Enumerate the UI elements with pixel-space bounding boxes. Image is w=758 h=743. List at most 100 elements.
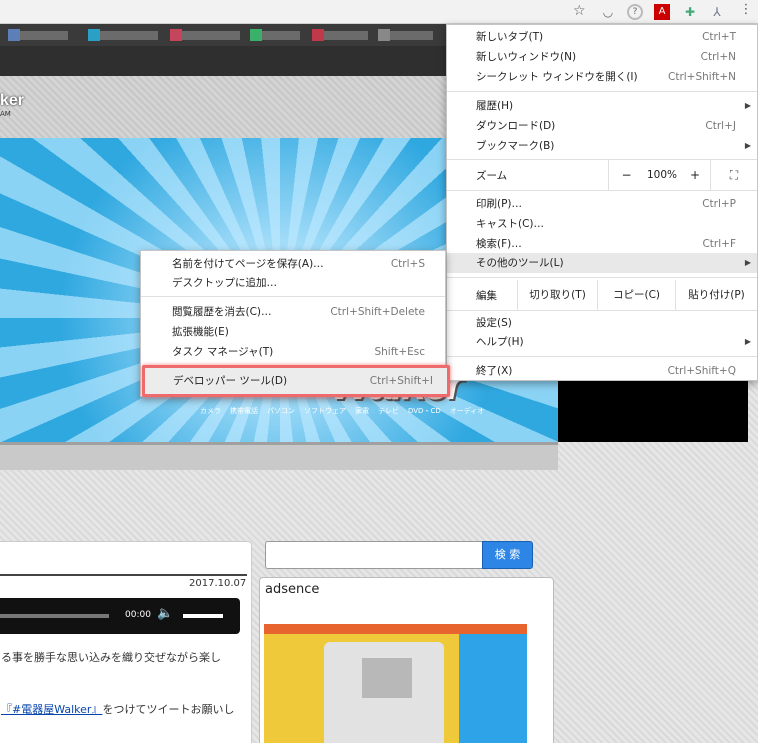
extension-mask-icon[interactable]: ◡	[600, 4, 616, 20]
menu-item-incognito[interactable]: シークレット ウィンドウを開く(I) Ctrl+Shift+N	[447, 67, 757, 87]
menu-separator	[141, 296, 445, 297]
bookmark-item[interactable]	[312, 29, 368, 41]
bookmark-item[interactable]	[8, 29, 68, 41]
menu-item-new-window[interactable]: 新しいウィンドウ(N) Ctrl+N	[447, 47, 757, 67]
site-subtitle-fragment: AM	[0, 110, 11, 118]
submenu-arrow-icon: ▶	[744, 141, 751, 150]
zoom-level: 100%	[646, 169, 678, 181]
menu-item-label: 設定(S)	[476, 317, 512, 329]
nav-strip	[0, 442, 558, 470]
menu-item-cast[interactable]: キャスト(C)…	[447, 214, 757, 234]
submenu-item-label: 名前を付けてページを保存(A)…	[172, 258, 324, 270]
banner-category[interactable]: カメラ	[200, 406, 221, 416]
fullscreen-icon[interactable]: ⛶	[710, 160, 757, 190]
menu-item-more-tools[interactable]: その他のツール(L) ▶	[447, 253, 757, 273]
banner-category[interactable]: オーディオ	[450, 406, 485, 416]
submenu-item-developer-tools[interactable]: デベロッパー ツール(D) Ctrl+Shift+I	[145, 371, 447, 391]
submenu-item-clear-history[interactable]: 閲覧履歴を消去(C)… Ctrl+Shift+Delete	[141, 302, 445, 322]
menu-item-shortcut: Ctrl+J	[705, 120, 736, 132]
chrome-menu-icon[interactable]: ⋮	[738, 2, 754, 22]
menu-item-bookmarks[interactable]: ブックマーク(B) ▶	[447, 136, 757, 156]
ad-image-panel	[459, 634, 527, 743]
bookmark-item[interactable]	[250, 29, 300, 41]
submenu-item-shortcut: Shift+Esc	[374, 346, 425, 358]
ad-image-print	[362, 658, 412, 698]
menu-item-shortcut: Ctrl+Shift+Q	[667, 365, 736, 377]
volume-slider[interactable]	[183, 614, 223, 618]
article-text: 『#電器屋Walker』をつけてツイートお願いし	[1, 701, 234, 717]
audio-player[interactable]: 00:00 🔈	[0, 598, 240, 634]
audio-time: 00:00	[125, 610, 151, 620]
banner-category[interactable]: DVD・CD	[408, 406, 441, 416]
extension-pdf-icon[interactable]: A	[654, 4, 670, 20]
paste-button[interactable]: 貼り付け(P)	[675, 280, 757, 310]
banner-category[interactable]: 家電	[355, 406, 369, 416]
bookmark-item[interactable]	[378, 29, 433, 41]
menu-item-shortcut: Ctrl+N	[700, 51, 736, 63]
bookmark-item[interactable]	[170, 29, 240, 41]
menu-item-shortcut: Ctrl+T	[702, 31, 736, 43]
extension-tool-icon[interactable]: ⅄	[709, 4, 725, 20]
banner-category[interactable]: 携帯電話	[230, 406, 258, 416]
ad-label: adsence	[265, 582, 320, 597]
audio-progress-bar[interactable]	[0, 614, 109, 618]
submenu-item-label: 閲覧履歴を消去(C)…	[172, 306, 272, 318]
menu-item-label: シークレット ウィンドウを開く(I)	[476, 71, 638, 83]
ad-image[interactable]	[264, 624, 527, 743]
volume-icon[interactable]: 🔈	[157, 606, 173, 621]
menu-separator	[447, 310, 757, 311]
menu-item-history[interactable]: 履歴(H) ▶	[447, 96, 757, 116]
menu-item-new-tab[interactable]: 新しいタブ(T) Ctrl+T	[447, 27, 757, 47]
submenu-arrow-icon: ▶	[744, 258, 751, 267]
submenu-item-add-to-desktop[interactable]: デスクトップに追加…	[141, 273, 445, 293]
hashtag-link[interactable]: 『#電器屋Walker』	[1, 703, 102, 716]
cut-button[interactable]: 切り取り(T)	[517, 280, 597, 310]
extension-color-icon[interactable]: ✚	[682, 4, 698, 20]
menu-item-print[interactable]: 印刷(P)… Ctrl+P	[447, 194, 757, 214]
search-input[interactable]	[265, 541, 483, 569]
submenu-item-label: デベロッパー ツール(D)	[173, 375, 288, 387]
menu-item-help[interactable]: ヘルプ(H) ▶	[447, 332, 757, 352]
submenu-item-extensions[interactable]: 拡張機能(E)	[141, 322, 445, 342]
menu-item-label: 印刷(P)…	[476, 198, 523, 210]
ad-box: adsence	[259, 577, 554, 743]
zoom-row: ズーム − 100% + ⛶	[447, 160, 757, 190]
bookmark-item[interactable]	[88, 29, 158, 41]
menu-item-label: ヘルプ(H)	[476, 336, 524, 348]
article-text-rest: をつけてツイートお願いし	[102, 703, 235, 716]
menu-item-label: 終了(X)	[476, 365, 513, 377]
chrome-main-menu: 新しいタブ(T) Ctrl+T 新しいウィンドウ(N) Ctrl+N シークレット …	[446, 24, 758, 381]
submenu-item-save-page[interactable]: 名前を付けてページを保存(A)… Ctrl+S	[141, 254, 445, 274]
menu-item-settings[interactable]: 設定(S)	[447, 313, 757, 333]
banner-category[interactable]: テレビ	[378, 406, 399, 416]
zoom-out-button[interactable]: −	[608, 160, 644, 190]
banner-category[interactable]: パソコン	[267, 406, 295, 416]
menu-separator	[447, 277, 757, 278]
zoom-in-button[interactable]: +	[680, 160, 710, 190]
extension-circle-icon[interactable]: ?	[627, 4, 643, 20]
menu-item-label: 新しいウィンドウ(N)	[476, 51, 577, 63]
copy-button[interactable]: コピー(C)	[597, 280, 675, 310]
banner-categories: カメラ 携帯電話 パソコン ソフトウェア 家電 テレビ DVD・CD オーディオ	[200, 406, 484, 416]
submenu-item-task-manager[interactable]: タスク マネージャ(T) Shift+Esc	[141, 342, 445, 362]
ad-image-band	[264, 624, 527, 634]
banner-category[interactable]: ソフトウェア	[304, 406, 346, 416]
menu-item-downloads[interactable]: ダウンロード(D) Ctrl+J	[447, 116, 757, 136]
menu-item-label: 新しいタブ(T)	[476, 31, 544, 43]
bookmark-star-icon[interactable]: ☆	[573, 3, 586, 19]
submenu-item-shortcut: Ctrl+Shift+I	[369, 375, 433, 387]
menu-item-find[interactable]: 検索(F)… Ctrl+F	[447, 234, 757, 254]
browser-toolbar: ☆ ◡ ? A ✚ ⅄ ⋮	[0, 0, 758, 24]
article-text: る事を勝手な思い込みを織り交ぜながら楽し	[1, 651, 221, 664]
menu-item-label: 履歴(H)	[476, 100, 514, 112]
developer-tools-highlight[interactable]: デベロッパー ツール(D) Ctrl+Shift+I	[142, 365, 450, 397]
menu-item-shortcut: Ctrl+F	[702, 238, 736, 250]
search-button[interactable]: 検 索	[482, 541, 533, 569]
edit-row: 編集 切り取り(T) コピー(C) 貼り付け(P)	[447, 280, 757, 310]
menu-item-exit[interactable]: 終了(X) Ctrl+Shift+Q	[447, 361, 757, 381]
edit-label: 編集	[476, 290, 497, 302]
menu-separator	[447, 91, 757, 92]
submenu-arrow-icon: ▶	[744, 337, 751, 346]
submenu-arrow-icon: ▶	[744, 101, 751, 110]
more-tools-submenu: 名前を付けてページを保存(A)… Ctrl+S デスクトップに追加… 閲覧履歴を消…	[140, 250, 450, 397]
